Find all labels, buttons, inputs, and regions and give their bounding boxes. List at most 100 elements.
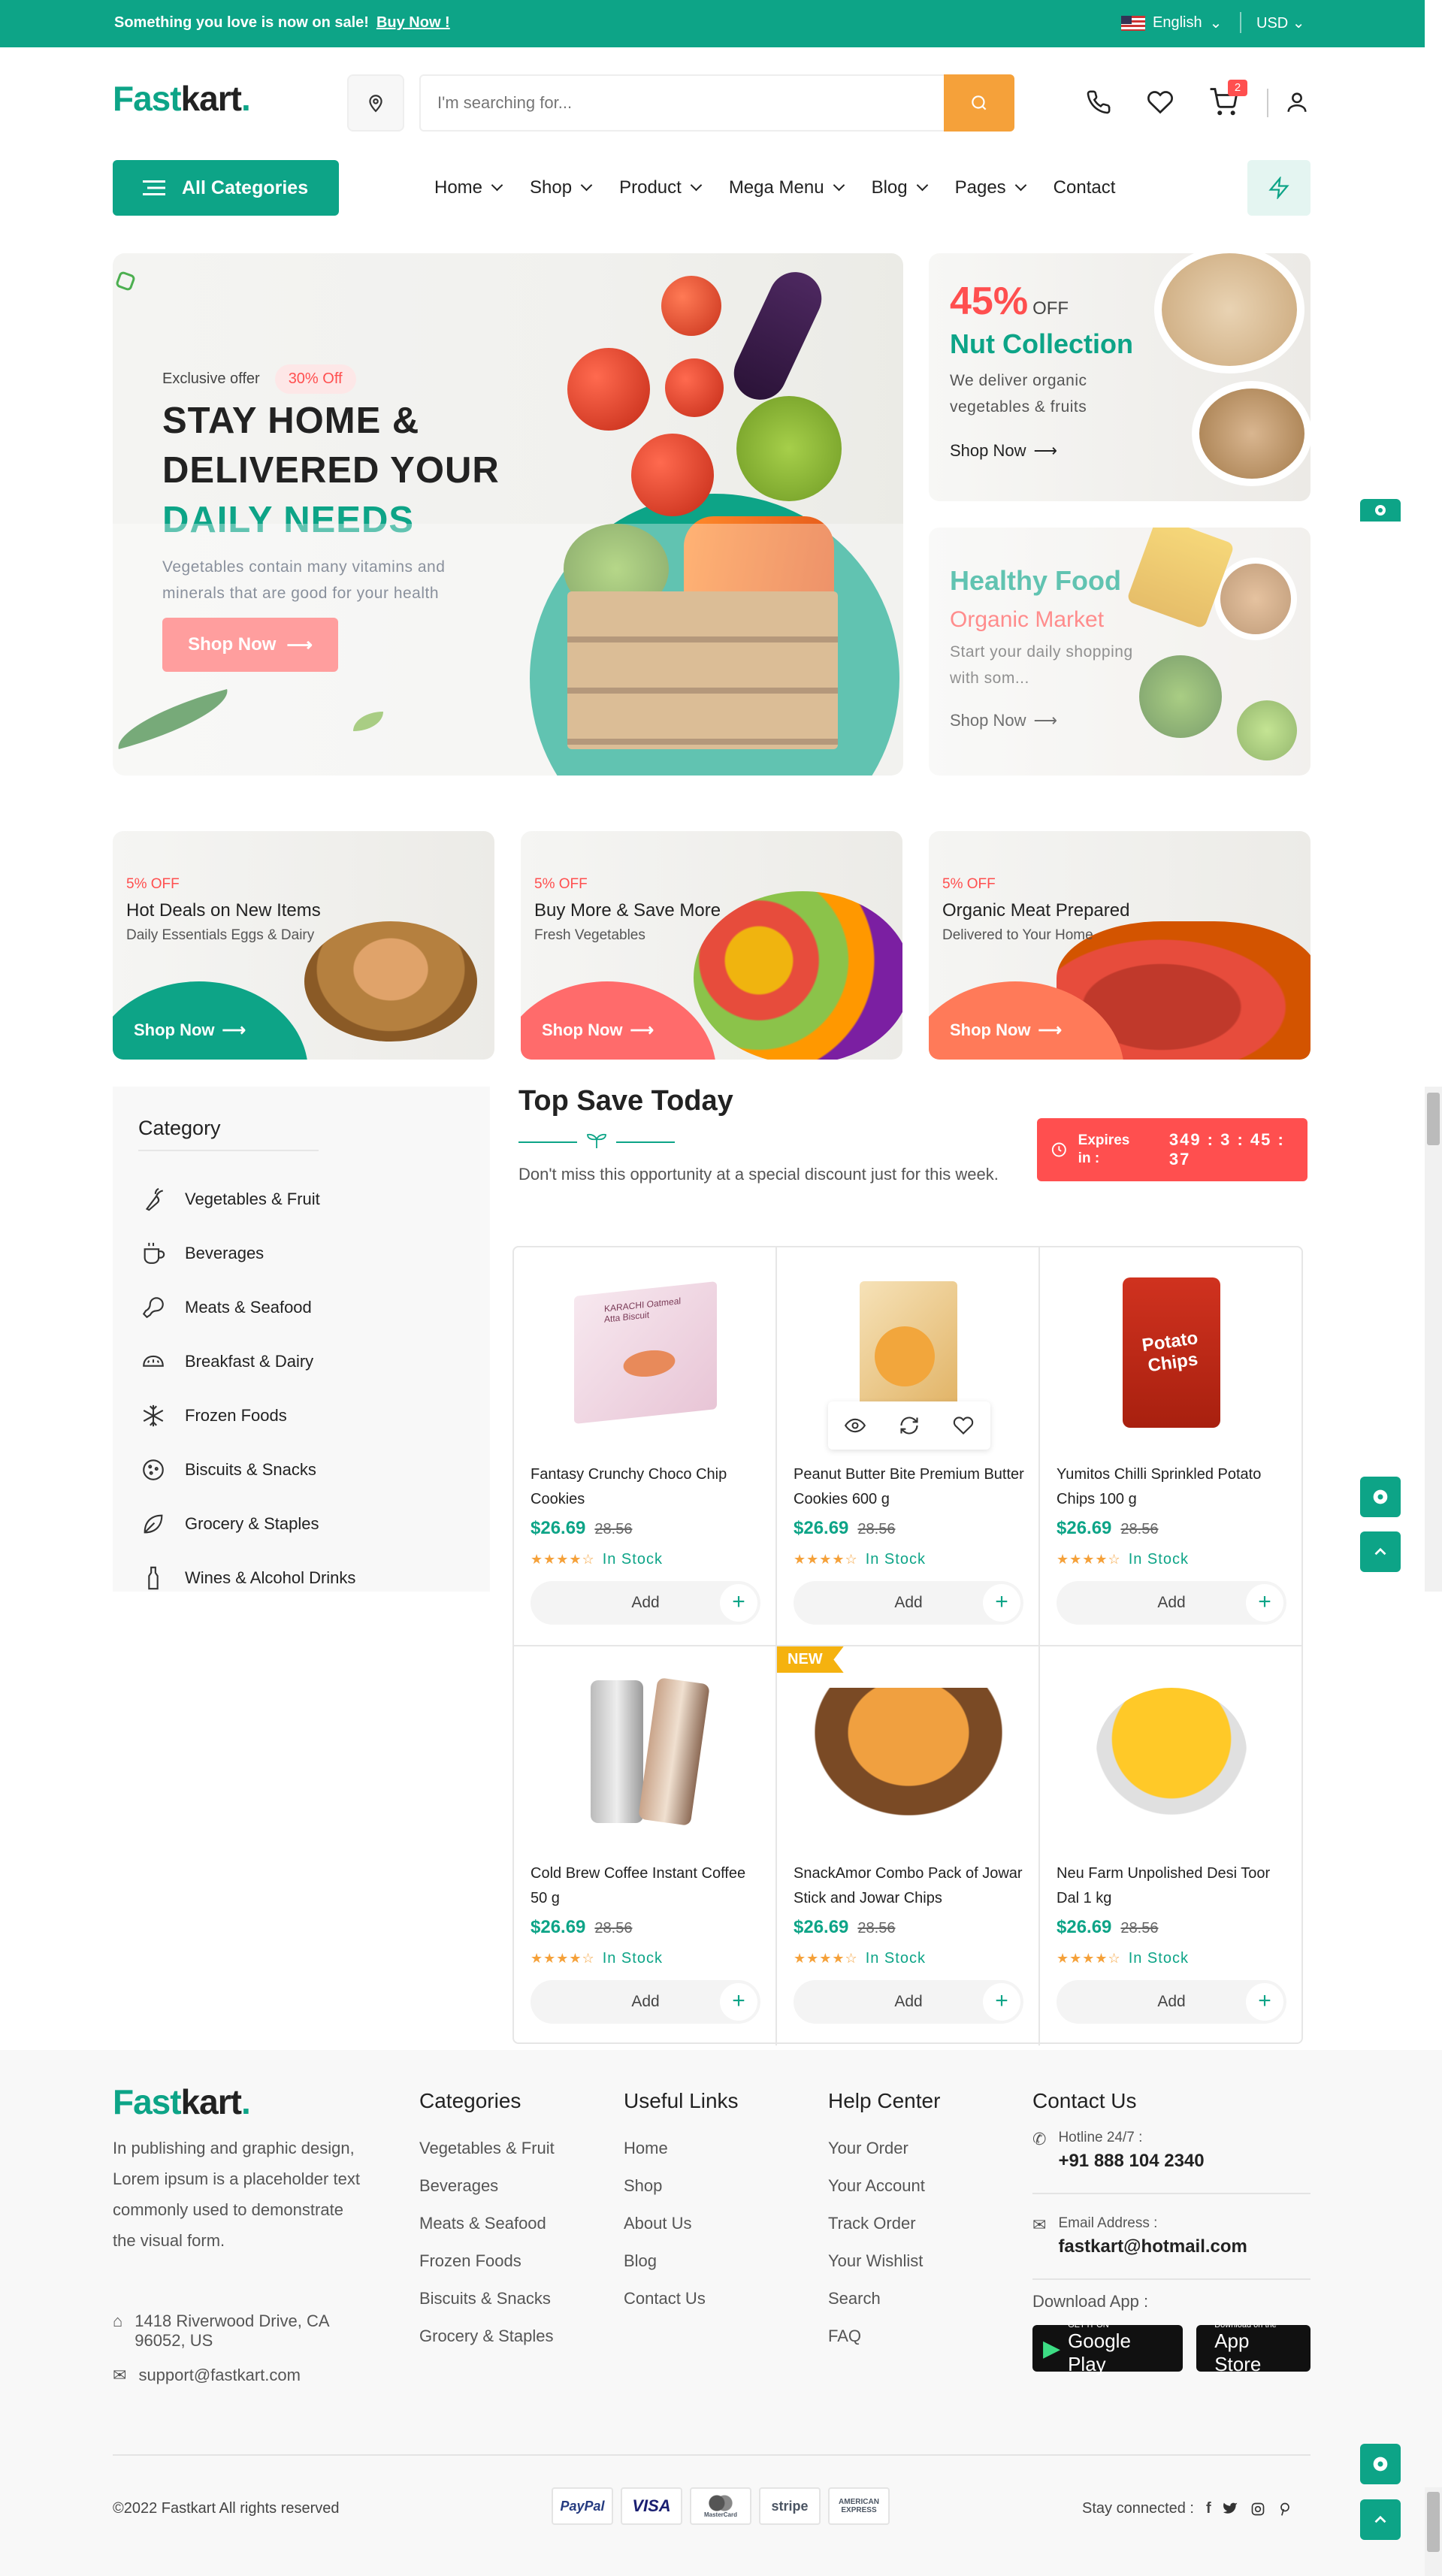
scroll-top-button[interactable] — [1360, 2499, 1401, 2540]
nav-blog[interactable]: Blog — [872, 177, 927, 198]
nav-shop[interactable]: Shop — [530, 177, 591, 198]
footer-link[interactable]: Home — [624, 2130, 739, 2167]
wishlist-button[interactable] — [1144, 86, 1177, 119]
nav-contact[interactable]: Contact — [1054, 177, 1116, 198]
currency-selector[interactable]: USD ⌄ — [1256, 14, 1305, 32]
product-card[interactable]: KARACHI Oatmeal Atta Biscuit Fantasy Cru… — [514, 1247, 777, 1646]
footer-link[interactable]: Shop — [624, 2167, 739, 2205]
category-item-wines[interactable]: Wines & Alcohol Drinks — [138, 1563, 355, 1593]
footer-email[interactable]: ✉ support@fastkart.com — [113, 2366, 301, 2385]
account-button[interactable] — [1280, 86, 1314, 119]
product-card[interactable]: Cold Brew Coffee Instant Coffee 50 g $26… — [514, 1646, 777, 2045]
buy-now-link[interactable]: Buy Now ! — [376, 14, 450, 31]
heart-icon[interactable] — [953, 1415, 974, 1436]
add-to-cart-button[interactable]: Add + — [531, 1980, 760, 2024]
scrollbar-thumb[interactable] — [1427, 1093, 1440, 1145]
nav-mega-menu[interactable]: Mega Menu — [729, 177, 843, 198]
compare-icon[interactable] — [899, 1415, 920, 1436]
settings-button[interactable] — [1360, 1477, 1401, 1517]
settings-button[interactable] — [1360, 2444, 1401, 2484]
instagram-icon[interactable] — [1250, 2502, 1265, 2517]
footer-link[interactable]: Contact Us — [624, 2280, 739, 2317]
footer-link[interactable]: Biscuits & Snacks — [419, 2280, 555, 2317]
facebook-icon[interactable]: f — [1206, 2500, 1211, 2517]
phone-button[interactable] — [1082, 86, 1115, 119]
scrollbar[interactable] — [1425, 2487, 1442, 2576]
add-to-cart-button[interactable]: Add + — [1057, 1980, 1286, 2024]
logo[interactable]: Fastkart. — [113, 78, 251, 119]
eye-icon[interactable] — [845, 1415, 866, 1436]
timer-value: 349 : 3 : 45 : 37 — [1168, 1130, 1285, 1169]
nav-pages[interactable]: Pages — [955, 177, 1025, 198]
footer-link[interactable]: About Us — [624, 2205, 739, 2242]
twitter-icon[interactable] — [1223, 2502, 1238, 2517]
email-address[interactable]: fastkart@hotmail.com — [1058, 2236, 1247, 2257]
app-store-button[interactable]: Download on the App Store — [1196, 2321, 1310, 2375]
product-name[interactable]: Neu Farm Unpolished Desi Toor Dal 1 kg — [1057, 1861, 1289, 1911]
footer-link[interactable]: Your Order — [828, 2130, 940, 2167]
deal-button[interactable] — [1247, 160, 1310, 216]
footer-link[interactable]: Grocery & Staples — [419, 2317, 555, 2355]
product-name[interactable]: Cold Brew Coffee Instant Coffee 50 g — [531, 1861, 763, 1911]
organic-meat-banner[interactable]: 5% OFF Organic Meat Prepared Delivered t… — [929, 831, 1310, 1060]
plus-icon[interactable]: + — [720, 1584, 757, 1622]
category-item-meats[interactable]: Meats & Seafood — [138, 1293, 312, 1323]
category-item-beverages[interactable]: Beverages — [138, 1238, 264, 1268]
category-item-frozen[interactable]: Frozen Foods — [138, 1401, 287, 1431]
plus-icon[interactable]: + — [1246, 1584, 1283, 1622]
settings-button[interactable] — [1360, 499, 1401, 522]
add-to-cart-button[interactable]: Add + — [794, 1581, 1023, 1625]
nav-product[interactable]: Product — [619, 177, 700, 198]
footer-link[interactable]: Vegetables & Fruit — [419, 2130, 555, 2167]
hot-deals-banner[interactable]: 5% OFF Hot Deals on New Items Daily Esse… — [113, 831, 494, 1060]
footer-link[interactable]: Meats & Seafood — [419, 2205, 555, 2242]
location-button[interactable] — [347, 74, 404, 132]
scrollbar-thumb[interactable] — [1427, 2492, 1440, 2552]
product-card[interactable]: Neu Farm Unpolished Desi Toor Dal 1 kg $… — [1040, 1646, 1303, 2045]
footer-link[interactable]: Beverages — [419, 2167, 555, 2205]
category-item-grocery[interactable]: Grocery & Staples — [138, 1509, 319, 1539]
product-card[interactable]: NEW SnackAmor Combo Pack of Jowar Stick … — [777, 1646, 1040, 2045]
nav-home[interactable]: Home — [434, 177, 501, 198]
banner-shop-now[interactable]: Shop Now ⟶ — [542, 1020, 654, 1040]
product-card[interactable]: Potato Chips Yumitos Chilli Sprinkled Po… — [1040, 1247, 1303, 1646]
plus-icon[interactable]: + — [720, 1983, 757, 2021]
footer-link[interactable]: Frozen Foods — [419, 2242, 555, 2280]
add-to-cart-button[interactable]: Add + — [1057, 1581, 1286, 1625]
pinterest-icon[interactable] — [1277, 2502, 1292, 2517]
product-name[interactable]: Peanut Butter Bite Premium Butter Cookie… — [794, 1462, 1026, 1512]
product-name[interactable]: Fantasy Crunchy Choco Chip Cookies — [531, 1462, 763, 1512]
footer-link[interactable]: Your Account — [828, 2167, 940, 2205]
hotline-number[interactable]: +91 888 104 2340 — [1058, 2151, 1204, 2172]
category-item-breakfast[interactable]: Breakfast & Dairy — [138, 1347, 313, 1377]
buy-more-banner[interactable]: 5% OFF Buy More & Save More Fresh Vegeta… — [521, 831, 902, 1060]
plus-icon[interactable]: + — [983, 1983, 1020, 2021]
plus-icon[interactable]: + — [983, 1584, 1020, 1622]
scroll-top-button[interactable] — [1360, 1531, 1401, 1572]
footer-logo[interactable]: Fastkart. — [113, 2082, 251, 2122]
price-current: $26.69 — [794, 1917, 849, 1937]
plus-icon[interactable]: + — [1246, 1983, 1283, 2021]
footer-link[interactable]: Search — [828, 2280, 940, 2317]
all-categories-button[interactable]: All Categories — [113, 160, 339, 216]
category-item-vegetables[interactable]: Vegetables & Fruit — [138, 1184, 320, 1214]
product-name[interactable]: SnackAmor Combo Pack of Jowar Stick and … — [794, 1861, 1026, 1911]
add-to-cart-button[interactable]: Add + — [531, 1581, 760, 1625]
footer-link[interactable]: Blog — [624, 2242, 739, 2280]
add-to-cart-button[interactable]: Add + — [794, 1980, 1023, 2024]
category-item-biscuits[interactable]: Biscuits & Snacks — [138, 1455, 316, 1485]
footer-link[interactable]: FAQ — [828, 2317, 940, 2355]
banner-shop-now[interactable]: Shop Now ⟶ — [950, 441, 1057, 461]
nut-collection-banner[interactable]: 45% OFF Nut Collection We deliver organic… — [929, 253, 1310, 501]
search-button[interactable] — [944, 74, 1014, 132]
footer-link[interactable]: Track Order — [828, 2205, 940, 2242]
product-name[interactable]: Yumitos Chilli Sprinkled Potato Chips 10… — [1057, 1462, 1289, 1512]
scrollbar[interactable] — [1425, 1087, 1442, 1592]
price-old: 28.56 — [857, 1521, 896, 1537]
google-play-button[interactable]: ▶ GET IT ON Google Play — [1032, 2321, 1184, 2375]
search-input[interactable] — [419, 74, 945, 132]
banner-shop-now[interactable]: Shop Now ⟶ — [950, 1020, 1062, 1040]
footer-link[interactable]: Your Wishlist — [828, 2242, 940, 2280]
language-selector[interactable]: English ⌄ — [1121, 14, 1222, 32]
banner-shop-now[interactable]: Shop Now ⟶ — [134, 1020, 246, 1040]
